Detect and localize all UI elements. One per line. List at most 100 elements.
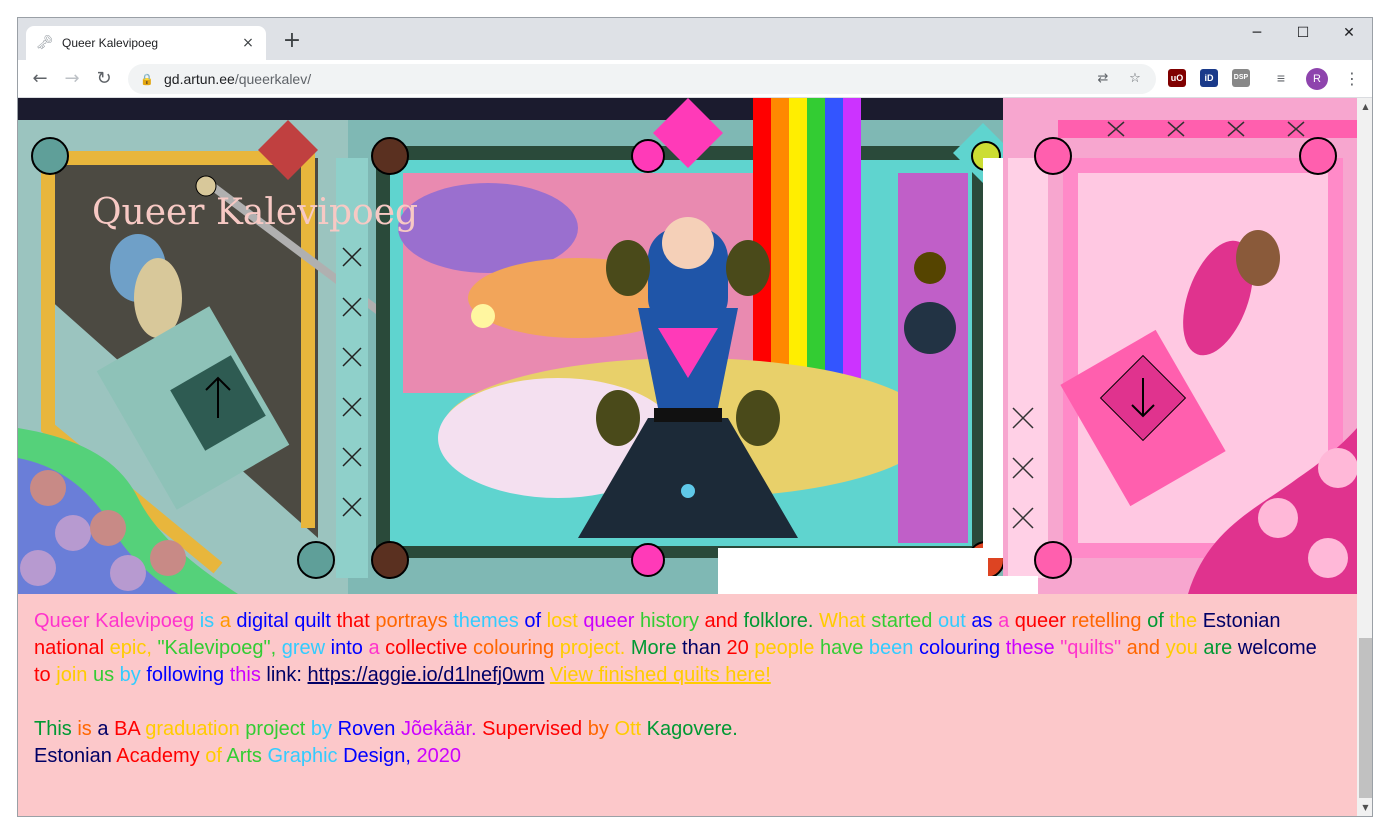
text-word: by [587, 718, 609, 740]
maximize-button[interactable]: ☐ [1280, 18, 1326, 48]
text-word: digital [236, 610, 289, 632]
text-word: portrays [375, 610, 448, 632]
address-bar[interactable]: 🔒 gd.artun.ee/queerkalev/ ⇄ ☆ [128, 64, 1156, 94]
text-word: people [754, 637, 815, 659]
text-word: epic, [109, 637, 152, 659]
text-word: This [34, 718, 72, 740]
browser-window: 🗝 Queer Kalevipoeg × + ─ ☐ ✕ ← → ↻ 🔒 gd.… [17, 17, 1373, 817]
text-word: grew [281, 637, 326, 659]
text-word: Arts [226, 745, 262, 767]
close-window-button[interactable]: ✕ [1326, 18, 1372, 48]
view-finished-quilts-link[interactable]: View finished quilts here! [550, 664, 771, 686]
lock-icon: 🔒 [140, 72, 154, 86]
text-word: Graphic [267, 745, 338, 767]
text-word: Estonian [34, 745, 112, 767]
profile-avatar[interactable]: R [1306, 68, 1328, 90]
credits-block: This is a BA graduation project by Roven… [34, 716, 1334, 770]
text-word: themes [453, 610, 519, 632]
quilt-artwork [18, 98, 1357, 594]
credits-line-2: Estonian Academy of Arts Graphic Design,… [34, 743, 1334, 770]
text-word: "Kalevipoeg", [157, 637, 277, 659]
browser-menu-icon[interactable]: ⋮ [1344, 68, 1360, 90]
text-word: are [1203, 637, 1233, 659]
text-word: More [630, 637, 677, 659]
text-word: folklore. [743, 610, 814, 632]
text-word: out [938, 610, 966, 632]
aggie-link[interactable]: https://aggie.io/d1lnefj0wm [308, 664, 545, 686]
text-word: welcome [1237, 637, 1317, 659]
page-scrollbar[interactable]: ▲ ▼ [1357, 98, 1372, 816]
text-word: What [819, 610, 866, 632]
text-word: this [229, 664, 261, 686]
new-tab-button[interactable]: + [280, 30, 304, 54]
text-word: BA [114, 718, 140, 740]
text-word: and [704, 610, 738, 632]
page-viewport: Queer Kalevipoeg Queer Kalevipoeg is a d… [18, 98, 1357, 816]
scroll-down-arrow-icon[interactable]: ▼ [1357, 799, 1372, 816]
text-word: is [199, 610, 215, 632]
text-word: "quilts" [1060, 637, 1122, 659]
text-word: the [1169, 610, 1198, 632]
favicon-icon: 🗝 [36, 35, 54, 51]
media-control-icon[interactable]: ≡ [1272, 69, 1290, 87]
scroll-up-arrow-icon[interactable]: ▲ [1357, 98, 1372, 115]
text-word: as [971, 610, 993, 632]
text-word: national [34, 637, 105, 659]
text-word: have [819, 637, 864, 659]
url-path: /queerkalev/ [234, 71, 312, 87]
text-word: Ott [614, 718, 642, 740]
text-word: colouring [918, 637, 1001, 659]
tab-queer-kalevipoeg[interactable]: 🗝 Queer Kalevipoeg × [26, 26, 266, 60]
text-word: us [92, 664, 115, 686]
text-word: Queer [34, 610, 90, 632]
text-word: started [871, 610, 933, 632]
text-word: you [1165, 637, 1198, 659]
credits-line-1: This is a BA graduation project by Roven… [34, 716, 1334, 743]
text-word: a [368, 637, 380, 659]
text-word: Supervised [482, 718, 583, 740]
site-title: Queer Kalevipoeg [92, 192, 419, 233]
text-word: queer [583, 610, 635, 632]
url-host: gd.artun.ee [164, 71, 235, 87]
text-word: by [310, 718, 333, 740]
text-word: than [682, 637, 721, 659]
text-word: project [245, 718, 306, 740]
text-word: history [640, 610, 699, 632]
text-word: Roven [337, 718, 396, 740]
text-word: colouring [472, 637, 555, 659]
minimize-button[interactable]: ─ [1234, 18, 1280, 48]
text-word: following [146, 664, 225, 686]
tab-close-icon[interactable]: × [240, 35, 256, 51]
text-word: Academy [116, 745, 200, 767]
text-word: that [336, 610, 370, 632]
text-word: a [998, 610, 1010, 632]
description-block: Queer Kalevipoeg is a digital quilt that… [34, 608, 1334, 770]
text-word: to [34, 664, 51, 686]
text-word: of [524, 610, 542, 632]
id-extension-icon[interactable]: iD [1200, 69, 1218, 87]
translate-icon[interactable]: ⇄ [1094, 70, 1112, 88]
text-word: lost [546, 610, 578, 632]
text-word: 2020 [416, 745, 461, 767]
tab-strip: 🗝 Queer Kalevipoeg × + ─ ☐ ✕ [18, 18, 1372, 60]
forward-arrow-icon[interactable]: → [60, 67, 84, 91]
url-text: gd.artun.ee/queerkalev/ [164, 71, 311, 87]
text-word: quilt [294, 610, 331, 632]
ublock-icon[interactable]: uO [1168, 69, 1186, 87]
text-word: link: [266, 664, 302, 686]
scrollbar-thumb[interactable] [1359, 638, 1372, 798]
bookmark-star-icon[interactable]: ☆ [1126, 70, 1144, 88]
text-word: collective [385, 637, 468, 659]
dsp-extension-icon[interactable]: DSP [1232, 69, 1250, 87]
text-word: Kalevipoeg [95, 610, 195, 632]
text-word: project. [559, 637, 626, 659]
text-word: a [97, 718, 109, 740]
back-arrow-icon[interactable]: ← [28, 67, 52, 91]
text-word: by [119, 664, 141, 686]
text-word: Design, [343, 745, 411, 767]
text-word: retelling [1071, 610, 1142, 632]
text-word: 20 [726, 637, 749, 659]
text-word: queer [1014, 610, 1066, 632]
text-word: these [1005, 637, 1055, 659]
reload-icon[interactable]: ↻ [92, 67, 116, 91]
